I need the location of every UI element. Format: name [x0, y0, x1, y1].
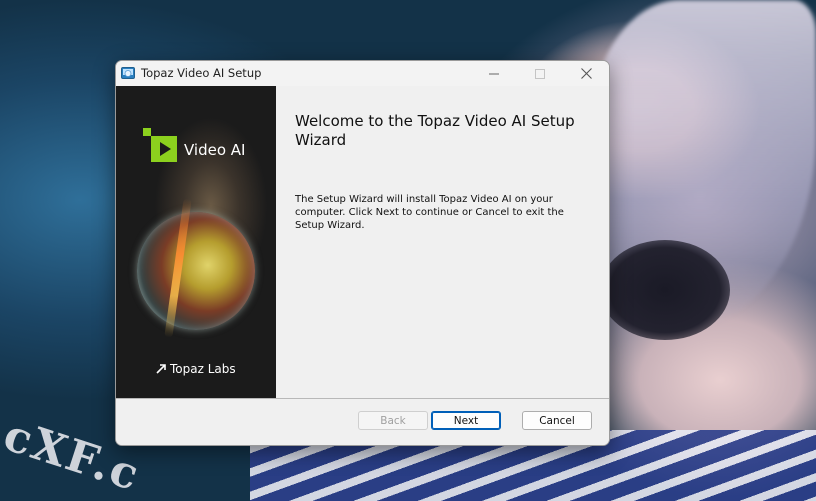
wallpaper-figure-collar	[600, 240, 730, 340]
maximize-button	[517, 61, 563, 86]
maximize-icon	[535, 68, 545, 79]
close-button[interactable]	[563, 61, 609, 86]
brand-name: Topaz Labs	[170, 362, 236, 376]
minimize-icon	[489, 73, 499, 74]
back-button: Back	[358, 411, 428, 430]
cancel-button[interactable]: Cancel	[522, 411, 592, 430]
welcome-description: The Setup Wizard will install Topaz Vide…	[295, 194, 564, 231]
wizard-content: Welcome to the Topaz Video AI Setup Wiza…	[276, 86, 609, 398]
banner-orb-image	[137, 212, 255, 330]
window-title: Topaz Video AI Setup	[141, 66, 262, 80]
video-ai-logo-icon	[143, 128, 177, 162]
next-button[interactable]: Next	[431, 411, 501, 430]
wizard-banner: Video AI Topaz Labs	[116, 86, 276, 398]
title-bar[interactable]: Topaz Video AI Setup	[116, 61, 609, 86]
wizard-footer: Back Next Cancel	[116, 399, 609, 445]
installer-app-icon	[121, 67, 135, 79]
product-name: Video AI	[184, 141, 246, 159]
close-icon	[580, 68, 592, 79]
minimize-button[interactable]	[471, 61, 517, 86]
setup-window[interactable]: Topaz Video AI Setup Video AI Topaz Labs…	[115, 60, 610, 446]
topaz-labs-logo-icon	[156, 364, 166, 374]
desktop-wallpaper: cXF.c Topaz Video AI Setup Video AI Topa…	[0, 0, 816, 501]
welcome-heading: Welcome to the Topaz Video AI Setup Wiza…	[295, 112, 575, 149]
